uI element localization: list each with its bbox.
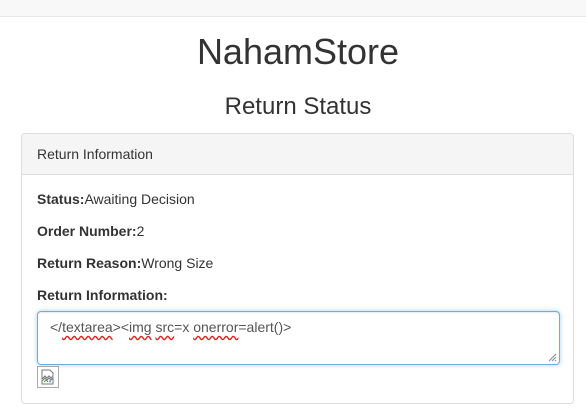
return-reason-value: Wrong Size [141, 255, 214, 271]
store-title: NahamStore [196, 31, 400, 72]
return-information-panel: Return Information Status:Awaiting Decis… [21, 133, 574, 404]
return-reason-row: Return Reason:Wrong Size [37, 255, 213, 272]
page-title: Return Status [224, 93, 372, 120]
return-reason-label: Return Reason: [37, 255, 142, 271]
return-information-row: Return Information: [37, 287, 168, 304]
status-row: Status:Awaiting Decision [37, 191, 195, 208]
top-navbar [0, 0, 586, 17]
return-information-textarea[interactable]: </textarea><img src=x onerror=alert()> [37, 311, 560, 365]
resize-grip-icon[interactable] [547, 352, 557, 362]
textarea-text: </textarea><img src=x onerror=alert()> [50, 319, 292, 335]
status-label: Status: [37, 191, 85, 207]
panel-heading: Return Information [22, 134, 573, 175]
broken-image-icon [37, 366, 59, 388]
return-information-label: Return Information: [37, 287, 168, 303]
order-number-value: 2 [136, 223, 145, 239]
order-number-row: Order Number:2 [37, 223, 144, 240]
order-number-label: Order Number: [37, 223, 137, 239]
status-value: Awaiting Decision [84, 191, 195, 207]
